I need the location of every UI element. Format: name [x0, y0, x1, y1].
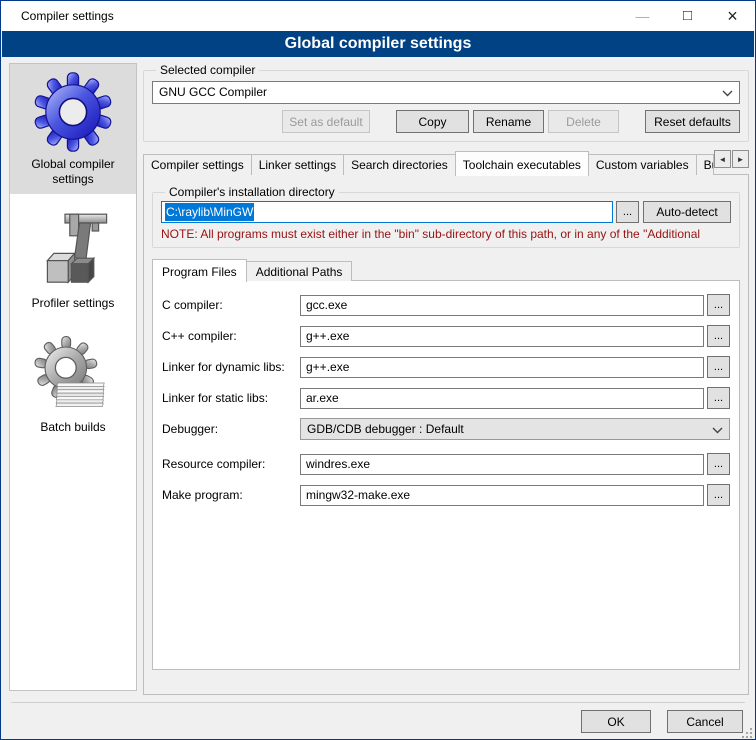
linker-static-input[interactable]	[300, 388, 704, 409]
linker-static-browse-button[interactable]: ...	[707, 387, 730, 409]
window-controls: — □ ×	[620, 1, 755, 31]
program-files-page: C compiler: ... C++ compiler: ... Linker…	[152, 280, 740, 670]
maximize-icon: □	[683, 7, 692, 24]
gear-blue-icon	[33, 72, 113, 152]
chevron-down-icon	[712, 427, 722, 433]
footer-separator	[11, 702, 745, 703]
cpp-compiler-row: C++ compiler: ...	[162, 325, 730, 347]
make-program-input[interactable]	[300, 485, 704, 506]
caliper-blocks-icon	[33, 211, 113, 291]
resource-compiler-label: Resource compiler:	[162, 457, 300, 471]
compiler-select-value: GNU GCC Compiler	[159, 85, 267, 99]
chevron-down-icon	[722, 90, 732, 96]
sidebar-item-label: Batch builds	[40, 420, 105, 435]
c-compiler-browse-button[interactable]: ...	[707, 294, 730, 316]
main-panel: Selected compiler GNU GCC Compiler Set a…	[143, 63, 749, 691]
arrow-right-icon: ►	[737, 155, 745, 164]
arrow-left-icon: ◄	[719, 155, 727, 164]
tab-custom-variables[interactable]: Custom variables	[588, 154, 697, 175]
close-icon: ×	[727, 6, 738, 27]
cpp-compiler-input[interactable]	[300, 326, 704, 347]
installation-directory-browse-button[interactable]: ...	[616, 201, 639, 223]
cpp-compiler-browse-button[interactable]: ...	[707, 325, 730, 347]
rename-button[interactable]: Rename	[473, 110, 544, 133]
minimize-icon: —	[636, 8, 650, 24]
toolchain-executables-page: Compiler's installation directory C:\ray…	[143, 174, 749, 695]
installation-directory-value: C:\raylib\MinGW	[165, 203, 254, 221]
tab-search-directories[interactable]: Search directories	[343, 154, 456, 175]
dialog-header: Global compiler settings	[2, 31, 754, 57]
delete-button[interactable]: Delete	[548, 110, 619, 133]
reset-defaults-button[interactable]: Reset defaults	[645, 110, 740, 133]
maximize-button[interactable]: □	[665, 1, 710, 31]
linker-dynamic-label: Linker for dynamic libs:	[162, 360, 300, 374]
set-as-default-button[interactable]: Set as default	[282, 110, 370, 133]
window-title: Compiler settings	[21, 9, 114, 23]
installation-directory-input[interactable]: C:\raylib\MinGW	[161, 201, 613, 223]
debugger-select[interactable]: GDB/CDB debugger : Default	[300, 418, 730, 440]
linker-dynamic-row: Linker for dynamic libs: ...	[162, 356, 730, 378]
resize-grip[interactable]	[740, 726, 753, 739]
tab-toolchain-executables[interactable]: Toolchain executables	[455, 151, 589, 176]
installation-directory-row: C:\raylib\MinGW ... Auto-detect	[161, 201, 731, 223]
minimize-button[interactable]: —	[620, 1, 665, 31]
tab-build-options[interactable]: Build options	[696, 154, 714, 175]
gear-paper-stack-icon	[33, 335, 113, 415]
program-files-notebook: Program Files Additional Paths C compile…	[152, 258, 740, 670]
make-program-label: Make program:	[162, 488, 300, 502]
tab-program-files[interactable]: Program Files	[152, 259, 247, 282]
installation-directory-legend: Compiler's installation directory	[165, 185, 339, 199]
copy-button[interactable]: Copy	[396, 110, 469, 133]
compiler-settings-dialog: Compiler settings — □ × Global compiler …	[0, 0, 756, 740]
c-compiler-input[interactable]	[300, 295, 704, 316]
c-compiler-label: C compiler:	[162, 298, 300, 312]
installation-directory-group: Compiler's installation directory C:\ray…	[152, 185, 740, 248]
dialog-content: Global compiler settings	[1, 57, 755, 740]
linker-static-label: Linker for static libs:	[162, 391, 300, 405]
c-compiler-row: C compiler: ...	[162, 294, 730, 316]
sidebar-item-label: Global compiler settings	[13, 157, 133, 187]
cancel-button[interactable]: Cancel	[667, 710, 743, 733]
tab-scroll-left-button[interactable]: ◄	[714, 150, 731, 168]
linker-dynamic-browse-button[interactable]: ...	[707, 356, 730, 378]
resource-compiler-browse-button[interactable]: ...	[707, 453, 730, 475]
auto-detect-button[interactable]: Auto-detect	[643, 201, 731, 223]
tab-additional-paths[interactable]: Additional Paths	[246, 261, 353, 281]
debugger-label: Debugger:	[162, 422, 300, 436]
resource-compiler-input[interactable]	[300, 454, 704, 475]
program-files-tabstrip: Program Files Additional Paths	[152, 258, 740, 281]
selected-compiler-group: Selected compiler GNU GCC Compiler Set a…	[143, 63, 749, 142]
settings-category-list: Global compiler settings	[9, 63, 137, 691]
compiler-buttons-row: Set as default Copy Rename Delete Reset …	[152, 110, 740, 133]
close-button[interactable]: ×	[710, 1, 755, 31]
sidebar-item-label: Profiler settings	[32, 296, 115, 311]
installation-directory-note: NOTE: All programs must exist either in …	[161, 227, 731, 241]
make-program-browse-button[interactable]: ...	[707, 484, 730, 506]
selected-compiler-legend: Selected compiler	[156, 63, 259, 77]
sidebar-item-batch-builds[interactable]: Batch builds	[10, 327, 136, 442]
debugger-row: Debugger: GDB/CDB debugger : Default	[162, 418, 730, 440]
linker-static-row: Linker for static libs: ...	[162, 387, 730, 409]
tab-linker-settings[interactable]: Linker settings	[251, 154, 344, 175]
sidebar-item-global-compiler-settings[interactable]: Global compiler settings	[10, 64, 136, 194]
ok-button[interactable]: OK	[581, 710, 651, 733]
resource-compiler-row: Resource compiler: ...	[162, 453, 730, 475]
settings-tabstrip: Compiler settings Linker settings Search…	[143, 150, 749, 175]
sidebar-item-profiler-settings[interactable]: Profiler settings	[10, 203, 136, 318]
tab-scroll-right-button[interactable]: ►	[732, 150, 749, 168]
tab-compiler-settings[interactable]: Compiler settings	[143, 154, 252, 175]
make-program-row: Make program: ...	[162, 484, 730, 506]
debugger-select-value: GDB/CDB debugger : Default	[307, 422, 464, 436]
linker-dynamic-input[interactable]	[300, 357, 704, 378]
compiler-select[interactable]: GNU GCC Compiler	[152, 81, 740, 104]
cpp-compiler-label: C++ compiler:	[162, 329, 300, 343]
tab-scroll-buttons: ◄ ►	[714, 150, 749, 168]
titlebar: Compiler settings — □ ×	[1, 1, 755, 31]
